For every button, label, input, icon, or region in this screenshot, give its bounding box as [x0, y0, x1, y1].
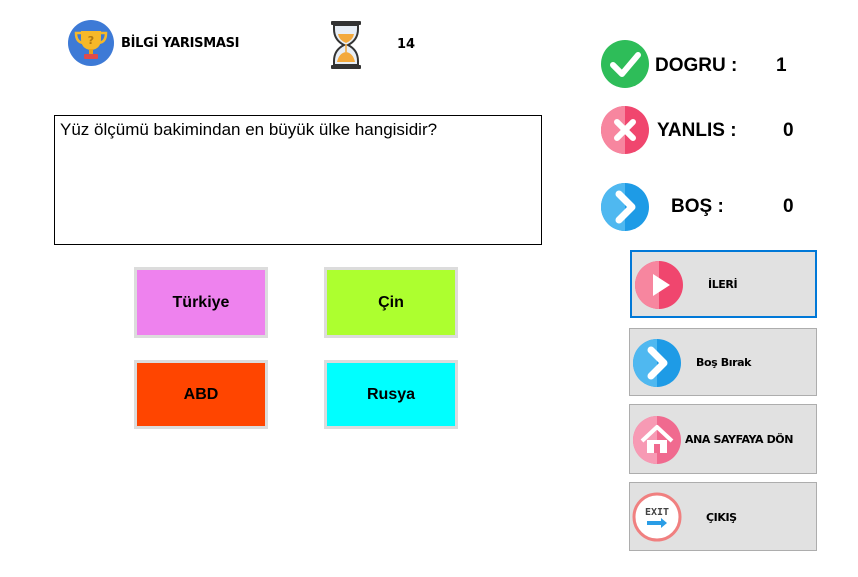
svg-text:EXIT: EXIT	[645, 507, 669, 518]
x-circle-icon	[600, 105, 650, 155]
dogru-label: DOGRU :	[655, 55, 738, 76]
home-button-label: ANA SAYFAYA DÖN	[685, 433, 794, 446]
app-title: BİLGİ YARISMASI	[121, 36, 240, 51]
bos-label: BOŞ :	[671, 196, 724, 217]
exit-icon: EXIT	[632, 492, 682, 542]
bos-value: 0	[783, 196, 794, 217]
chevron-circle-icon	[600, 182, 650, 232]
answer-button-3[interactable]: ABD	[134, 360, 268, 429]
yanlis-label: YANLIS :	[657, 120, 737, 141]
dogru-value: 1	[776, 55, 787, 76]
answer-button-1[interactable]: Türkiye	[134, 267, 268, 338]
trophy-icon: ?	[67, 19, 115, 67]
timer-value: 14	[397, 37, 416, 52]
answer-button-4[interactable]: Rusya	[324, 360, 458, 429]
exit-button-label: ÇIKIŞ	[706, 511, 737, 524]
question-text: Yüz ölçümü bakimindan en büyük ülke hang…	[60, 120, 438, 139]
svg-text:?: ?	[88, 34, 94, 47]
play-icon	[634, 260, 684, 310]
home-icon	[632, 415, 682, 465]
hourglass-icon	[329, 20, 363, 70]
check-circle-icon	[600, 39, 650, 89]
next-button[interactable]: İLERİ	[630, 250, 817, 318]
exit-button[interactable]: EXIT ÇIKIŞ	[629, 482, 817, 551]
question-box: Yüz ölçümü bakimindan en büyük ülke hang…	[54, 115, 542, 245]
skip-button-label: Boş Bırak	[696, 356, 752, 369]
home-button[interactable]: ANA SAYFAYA DÖN	[629, 404, 817, 474]
yanlis-value: 0	[783, 120, 794, 141]
chevron-circle-icon	[632, 338, 682, 388]
skip-button[interactable]: Boş Bırak	[629, 328, 817, 396]
answer-button-2[interactable]: Çin	[324, 267, 458, 338]
next-button-label: İLERİ	[708, 278, 738, 291]
